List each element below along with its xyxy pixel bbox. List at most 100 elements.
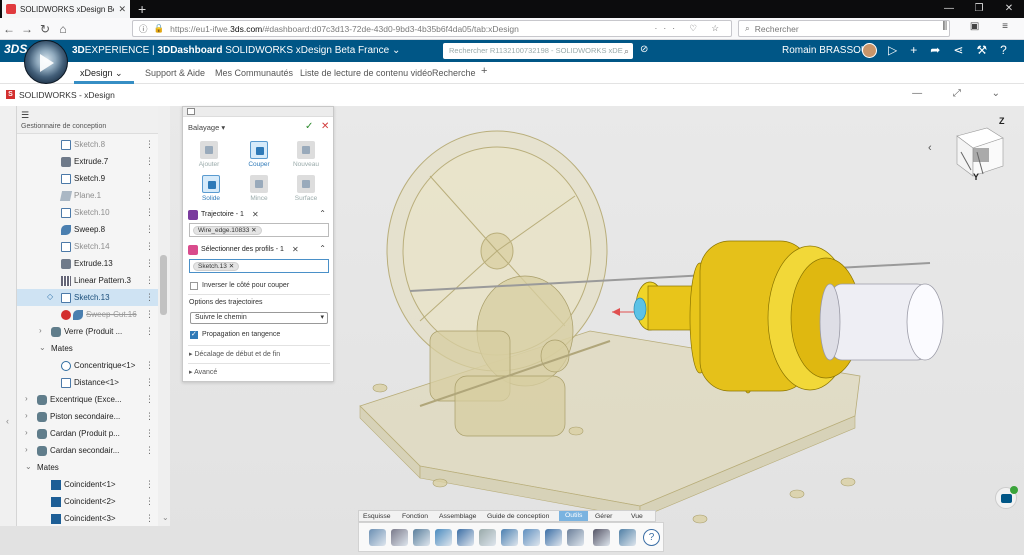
avatar[interactable] (862, 43, 877, 58)
tree-item[interactable]: Linear Pattern.3 ⋮ (17, 272, 158, 289)
tree-item[interactable]: Coincident<1> ⋮ (17, 476, 158, 493)
profiles-selection-box[interactable]: Sketch.13 ✕ (189, 259, 329, 273)
chat-button[interactable] (995, 486, 1018, 509)
add-button[interactable]: Ajouter (189, 141, 229, 168)
advanced-section-toggle[interactable]: ▸ Avancé (189, 368, 217, 376)
thin-button[interactable]: Mince (239, 175, 279, 202)
measure-icon[interactable] (501, 529, 518, 546)
chevron-right-icon[interactable]: › (39, 326, 42, 335)
more-options-icon[interactable]: ⋮ (145, 258, 154, 269)
tree-item[interactable]: Coincident<3> ⋮ (17, 510, 158, 526)
tree-item[interactable]: Sketch.8 ⋮ (17, 136, 158, 153)
tree-scroll-down-icon[interactable]: ⌄ (162, 513, 169, 522)
collapse-arrow-icon[interactable]: ‹ (6, 416, 9, 426)
tree-item[interactable]: Plane.1 ⋮ (17, 187, 158, 204)
more-options-icon[interactable]: ⋮ (145, 360, 154, 371)
tree-item[interactable]: Sketch.10 ⋮ (17, 204, 158, 221)
more-options-icon[interactable]: ⋮ (145, 513, 154, 524)
reload-icon[interactable]: ↻ (36, 22, 54, 36)
collapse-icon[interactable]: ⌃ (319, 209, 326, 218)
3d-print-icon[interactable] (593, 529, 610, 546)
new-tab-button[interactable]: + (138, 1, 146, 17)
more-options-icon[interactable]: ⋮ (145, 309, 154, 320)
close-window-button[interactable]: ✕ (994, 0, 1024, 18)
more-options-icon[interactable]: ⋮ (145, 139, 154, 150)
more-options-icon[interactable]: ⋮ (145, 479, 154, 490)
add-icon[interactable]: + (910, 43, 917, 57)
more-options-icon[interactable]: ⋮ (145, 241, 154, 252)
url-bar[interactable]: ⓘ 🔒 https://eu1-ifwe.3ds.com/#dashboard:… (132, 20, 732, 37)
tree-item[interactable]: › Cardan secondair... ⋮ (17, 442, 158, 459)
redo-icon[interactable] (479, 529, 496, 546)
browser-toolbar-icons[interactable]: ⫼ ▣ ≡ (943, 21, 1018, 32)
tree-filter-icon[interactable]: ☰ (21, 110, 29, 121)
bottom-tab[interactable]: Assemblage (439, 513, 476, 520)
chevron-right-icon[interactable]: › (25, 428, 28, 437)
invert-side-checkbox[interactable] (190, 282, 198, 290)
more-options-icon[interactable]: ⋮ (145, 445, 154, 456)
info-icon[interactable]: ⓘ (139, 23, 148, 35)
more-options-icon[interactable]: ⋮ (145, 496, 154, 507)
platform-search-input[interactable]: Rechercher R1132100732198 - SOLIDWORKS x… (443, 43, 633, 59)
tree-item[interactable]: › Piston secondaire... ⋮ (17, 408, 158, 425)
collapse-icon[interactable]: ⌃ (319, 244, 326, 253)
panel-collapse-strip[interactable]: ‹ (0, 106, 17, 526)
tree-item[interactable]: Extrude.7 ⋮ (17, 153, 158, 170)
screenshot-icon[interactable] (619, 529, 636, 546)
chevron-right-icon[interactable]: › (25, 445, 28, 454)
back-arrow-icon[interactable]: ← (0, 22, 18, 36)
more-options-icon[interactable]: ⋮ (145, 394, 154, 405)
profile-chip[interactable]: Sketch.13 ✕ (193, 262, 240, 271)
render-icon[interactable] (545, 529, 562, 546)
chevron-down-icon[interactable]: ⌄ (39, 343, 46, 352)
forward-arrow-icon[interactable]: → (18, 22, 36, 36)
help-icon[interactable]: ? (643, 529, 660, 546)
dialog-title[interactable]: Balayage ▾ (188, 123, 225, 132)
notification-icon[interactable]: ▷ (888, 43, 897, 57)
platform-title[interactable]: 3DEXPERIENCE | 3DDashboard SOLIDWORKS xD… (72, 45, 400, 56)
compass-icon[interactable] (24, 40, 68, 84)
tree-item[interactable]: Sweep.8 ⋮ (17, 221, 158, 238)
more-options-icon[interactable]: ⋮ (145, 428, 154, 439)
profiles-section[interactable]: Sélectionner des profils - 1 ✕ ⌃ (188, 244, 330, 257)
more-options-icon[interactable]: ⋮ (145, 190, 154, 201)
chevron-down-icon[interactable]: ⌄ (25, 462, 32, 471)
tab-video-playlist[interactable]: Liste de lecture de contenu vidéo (300, 68, 432, 78)
3ds-logo-icon[interactable]: 3DS (4, 42, 27, 56)
more-options-icon[interactable]: ⋮ (145, 207, 154, 218)
mass-properties-icon[interactable] (391, 529, 408, 546)
browser-tab[interactable]: SOLIDWORKS xDesign Beta Fra ✕ (2, 0, 130, 18)
bottom-tab[interactable]: Esquisse (363, 513, 391, 520)
more-options-icon[interactable]: ⋮ (145, 292, 154, 303)
dialog-drag-bar[interactable] (183, 107, 333, 117)
interference-icon[interactable] (413, 529, 430, 546)
bottom-tab[interactable]: Vue (631, 513, 643, 520)
network-icon[interactable]: ⋖ (953, 43, 963, 57)
more-options-icon[interactable]: ⋮ (145, 224, 154, 235)
tree-scrollbar[interactable] (158, 106, 170, 526)
ok-button[interactable]: ✓ (305, 121, 313, 132)
clear-profiles-icon[interactable]: ✕ (292, 245, 299, 254)
component-pattern-icon[interactable] (435, 529, 452, 546)
tab-xdesign[interactable]: xDesign ⌄ (80, 68, 123, 79)
tree-item[interactable]: Coincident<2> ⋮ (17, 493, 158, 510)
tree-scroll-thumb[interactable] (160, 255, 167, 315)
undo-icon[interactable] (457, 529, 474, 546)
tangent-propagation-checkbox[interactable] (190, 330, 198, 339)
home-icon[interactable]: ⌂ (54, 22, 72, 36)
close-tab-icon[interactable]: ✕ (118, 4, 126, 15)
cancel-button[interactable]: ✕ (321, 121, 329, 132)
chevron-right-icon[interactable]: › (25, 411, 28, 420)
view-cube[interactable]: Z Y (947, 116, 1009, 182)
bottom-tab[interactable]: Gérer (595, 513, 612, 520)
share-icon[interactable]: ➦ (930, 43, 940, 57)
tree-item[interactable]: › Cardan (Produit p... ⋮ (17, 425, 158, 442)
tree-item[interactable]: ⌄ Mates (17, 459, 158, 476)
trajectory-section[interactable]: Trajectoire - 1 ✕ ⌃ (188, 209, 330, 222)
tab-support[interactable]: Support & Aide (145, 68, 205, 78)
tree-item[interactable]: › Verre (Produit ... ⋮ (17, 323, 158, 340)
search-icon[interactable]: ⌕ (624, 43, 629, 59)
tree-item[interactable]: Sweep-Cut.16 ⋮ (17, 306, 158, 323)
tree-item[interactable]: ⌄ Mates (17, 340, 158, 357)
browser-search-box[interactable]: ⌕ Rechercher (738, 20, 950, 37)
